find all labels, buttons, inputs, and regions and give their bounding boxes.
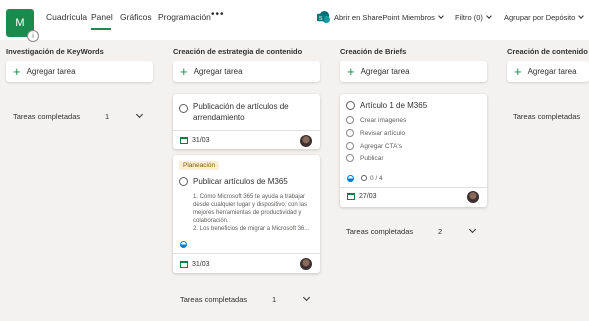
progress-icon: [347, 175, 354, 182]
task-title: Publicar artículos de M365: [193, 177, 288, 186]
completed-count: 1: [272, 295, 277, 304]
chevron-down-icon: [468, 225, 477, 234]
more-options-icon[interactable]: •••: [211, 9, 225, 20]
task-card[interactable]: Publicación de artículos de arrendamient…: [173, 94, 320, 149]
label-badge: Planeación: [179, 161, 220, 170]
assignee-avatar[interactable]: [300, 258, 312, 270]
checklist-progress: 0 / 4: [361, 174, 383, 182]
add-task-button[interactable]: + Agregar tarea: [507, 61, 589, 82]
add-task-button[interactable]: + Agregar tarea: [340, 61, 487, 82]
bucket-title[interactable]: Creación de estrategia de contenido: [173, 47, 302, 56]
chevron-down-icon: [486, 13, 492, 19]
completed-tasks-toggle[interactable]: Tareas completadas 1: [180, 293, 315, 307]
task-card[interactable]: Artículo 1 de M365 Crear imagenes Revisa…: [340, 94, 487, 207]
divider: [173, 130, 320, 131]
completed-tasks-toggle[interactable]: Tareas completadas 1: [13, 110, 148, 124]
svg-text:S: S: [319, 16, 323, 22]
complete-task-checkbox[interactable]: [179, 177, 188, 186]
completed-label: Tareas completadas: [13, 112, 81, 121]
add-task-button[interactable]: + Agregar tarea: [6, 61, 153, 82]
task-card[interactable]: Planeación Publicar artículos de M365 1.…: [173, 155, 320, 273]
divider: [173, 253, 320, 254]
top-bar: M i Cuadrícula Panel Gráficos Programaci…: [0, 0, 589, 42]
checklist-item: Publicar: [360, 155, 384, 162]
task-title: Artículo 1 de M365: [360, 101, 428, 110]
group-by-label: Agrupar por Depósito: [504, 13, 576, 22]
plus-icon: +: [13, 64, 21, 79]
assignee-avatar[interactable]: [467, 191, 479, 203]
filter-label: Filtro (0): [455, 13, 483, 22]
bucket-title[interactable]: Creación de contenido: [507, 47, 588, 56]
completed-count: 1: [105, 112, 110, 121]
tab-board[interactable]: Panel: [91, 12, 113, 22]
plus-icon: +: [347, 64, 355, 79]
chevron-down-icon: [302, 293, 311, 302]
checklist-item-checkbox[interactable]: [346, 142, 354, 150]
checklist-item-checkbox[interactable]: [346, 154, 354, 162]
plan-avatar[interactable]: M i: [6, 9, 39, 42]
tab-grid[interactable]: Cuadrícula: [46, 12, 87, 22]
checklist-item: Crear imagenes: [360, 117, 407, 124]
checklist-progress-value: 0 / 4: [370, 175, 383, 182]
tab-schedule[interactable]: Programación: [158, 12, 211, 22]
progress-icon: [180, 241, 187, 248]
add-task-label: Agregar tarea: [26, 67, 76, 76]
add-task-button[interactable]: + Agregar tarea: [173, 61, 320, 82]
assignee-avatar[interactable]: [300, 135, 312, 147]
completed-tasks-toggle[interactable]: Tareas completadas 2: [346, 225, 481, 239]
group-by-button[interactable]: Agrupar por Depósito: [504, 13, 585, 22]
chevron-down-icon: [578, 13, 585, 19]
active-tab-indicator: [91, 28, 111, 30]
checklist-item: Revisar artículo: [360, 130, 406, 137]
due-date: 31/03: [192, 137, 210, 144]
add-task-label: Agregar tarea: [193, 67, 243, 76]
calendar-icon: [180, 261, 188, 268]
completed-label: Tareas completadas: [513, 112, 581, 121]
members-button[interactable]: Miembros: [402, 13, 444, 22]
info-icon[interactable]: i: [27, 30, 39, 42]
calendar-icon: [180, 137, 188, 144]
completed-label: Tareas completadas: [346, 227, 414, 236]
chevron-down-icon: [135, 110, 144, 119]
checklist-item: Agregar CTA's: [360, 143, 402, 150]
due-date: 27/03: [359, 193, 377, 200]
calendar-icon: [347, 193, 355, 200]
due-date: 31/03: [192, 261, 210, 268]
task-description: 1. Cómo Microsoft 365 te ayuda a trabaja…: [193, 194, 310, 232]
complete-task-checkbox[interactable]: [179, 104, 188, 113]
divider: [340, 187, 487, 188]
checklist-item-checkbox[interactable]: [346, 129, 354, 137]
complete-task-checkbox[interactable]: [346, 101, 355, 110]
completed-count: 2: [438, 227, 443, 236]
plan-avatar-letter: M: [15, 17, 25, 29]
open-sharepoint-link[interactable]: Abrir en SharePoint: [334, 13, 399, 22]
sharepoint-icon: S: [317, 11, 330, 24]
completed-tasks-toggle[interactable]: Tareas completadas: [513, 112, 589, 124]
completed-label: Tareas completadas: [180, 295, 248, 304]
members-label: Miembros: [402, 13, 435, 22]
filter-button[interactable]: Filtro (0): [455, 13, 492, 22]
bucket-title[interactable]: Creación de Briefs: [340, 47, 406, 56]
add-task-label: Agregar tarea: [360, 67, 410, 76]
checklist-icon: [361, 175, 367, 181]
chevron-down-icon: [438, 13, 444, 19]
task-title: Publicación de artículos de arrendamient…: [193, 102, 289, 122]
plus-icon: +: [180, 64, 188, 79]
add-task-label: Agregar tarea: [527, 67, 577, 76]
bucket-title[interactable]: Investigación de KeyWords: [6, 47, 104, 56]
plus-icon: +: [514, 64, 522, 79]
tab-charts[interactable]: Gráficos: [120, 12, 152, 22]
checklist-item-checkbox[interactable]: [346, 116, 354, 124]
